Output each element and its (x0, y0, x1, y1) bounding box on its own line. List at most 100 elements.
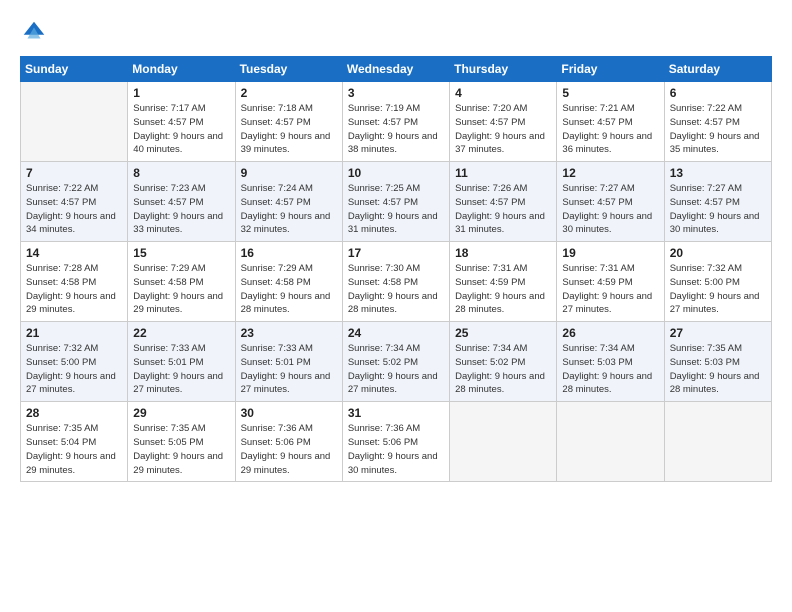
calendar-cell: 26 Sunrise: 7:34 AMSunset: 5:03 PMDayligh… (557, 322, 664, 402)
day-number: 17 (348, 246, 444, 260)
calendar-cell: 6 Sunrise: 7:22 AMSunset: 4:57 PMDaylight… (664, 82, 771, 162)
calendar-cell: 10 Sunrise: 7:25 AMSunset: 4:57 PMDayligh… (342, 162, 449, 242)
day-info: Sunrise: 7:25 AMSunset: 4:57 PMDaylight:… (348, 182, 444, 237)
col-header-monday: Monday (128, 57, 235, 82)
calendar-cell (664, 402, 771, 482)
calendar-cell: 14 Sunrise: 7:28 AMSunset: 4:58 PMDayligh… (21, 242, 128, 322)
day-number: 23 (241, 326, 337, 340)
calendar-week-row: 14 Sunrise: 7:28 AMSunset: 4:58 PMDayligh… (21, 242, 772, 322)
calendar-cell: 5 Sunrise: 7:21 AMSunset: 4:57 PMDaylight… (557, 82, 664, 162)
day-info: Sunrise: 7:32 AMSunset: 5:00 PMDaylight:… (670, 262, 766, 317)
day-info: Sunrise: 7:35 AMSunset: 5:05 PMDaylight:… (133, 422, 229, 477)
day-info: Sunrise: 7:34 AMSunset: 5:03 PMDaylight:… (562, 342, 658, 397)
day-number: 10 (348, 166, 444, 180)
day-number: 29 (133, 406, 229, 420)
calendar-cell (557, 402, 664, 482)
calendar-week-row: 28 Sunrise: 7:35 AMSunset: 5:04 PMDayligh… (21, 402, 772, 482)
calendar-week-row: 7 Sunrise: 7:22 AMSunset: 4:57 PMDaylight… (21, 162, 772, 242)
col-header-sunday: Sunday (21, 57, 128, 82)
day-number: 2 (241, 86, 337, 100)
col-header-saturday: Saturday (664, 57, 771, 82)
day-info: Sunrise: 7:28 AMSunset: 4:58 PMDaylight:… (26, 262, 122, 317)
day-info: Sunrise: 7:20 AMSunset: 4:57 PMDaylight:… (455, 102, 551, 157)
calendar-cell: 25Sunrise: 7:34 AMSunset: 5:02 PMDayligh… (450, 322, 557, 402)
day-number: 14 (26, 246, 122, 260)
calendar-cell: 7 Sunrise: 7:22 AMSunset: 4:57 PMDaylight… (21, 162, 128, 242)
day-info: Sunrise: 7:31 AMSunset: 4:59 PMDaylight:… (562, 262, 658, 317)
day-number: 1 (133, 86, 229, 100)
day-number: 6 (670, 86, 766, 100)
day-number: 3 (348, 86, 444, 100)
calendar-header-row: SundayMondayTuesdayWednesdayThursdayFrid… (21, 57, 772, 82)
day-number: 21 (26, 326, 122, 340)
calendar-body: 1 Sunrise: 7:17 AMSunset: 4:57 PMDaylight… (21, 82, 772, 482)
day-info: Sunrise: 7:36 AMSunset: 5:06 PMDaylight:… (241, 422, 337, 477)
day-info: Sunrise: 7:22 AMSunset: 4:57 PMDaylight:… (26, 182, 122, 237)
day-info: Sunrise: 7:33 AMSunset: 5:01 PMDaylight:… (241, 342, 337, 397)
logo-icon (20, 18, 48, 46)
calendar-cell: 30 Sunrise: 7:36 AMSunset: 5:06 PMDayligh… (235, 402, 342, 482)
calendar-cell: 16Sunrise: 7:29 AMSunset: 4:58 PMDayligh… (235, 242, 342, 322)
calendar-cell: 9Sunrise: 7:24 AMSunset: 4:57 PMDaylight… (235, 162, 342, 242)
day-number: 24 (348, 326, 444, 340)
calendar-table: SundayMondayTuesdayWednesdayThursdayFrid… (20, 56, 772, 482)
day-info: Sunrise: 7:29 AMSunset: 4:58 PMDaylight:… (133, 262, 229, 317)
calendar-cell: 22 Sunrise: 7:33 AMSunset: 5:01 PMDayligh… (128, 322, 235, 402)
day-number: 30 (241, 406, 337, 420)
day-number: 7 (26, 166, 122, 180)
day-number: 5 (562, 86, 658, 100)
calendar-cell: 21 Sunrise: 7:32 AMSunset: 5:00 PMDayligh… (21, 322, 128, 402)
col-header-wednesday: Wednesday (342, 57, 449, 82)
day-info: Sunrise: 7:21 AMSunset: 4:57 PMDaylight:… (562, 102, 658, 157)
col-header-thursday: Thursday (450, 57, 557, 82)
day-info: Sunrise: 7:24 AMSunset: 4:57 PMDaylight:… (241, 182, 337, 237)
calendar-week-row: 1 Sunrise: 7:17 AMSunset: 4:57 PMDaylight… (21, 82, 772, 162)
day-info: Sunrise: 7:17 AMSunset: 4:57 PMDaylight:… (133, 102, 229, 157)
day-number: 28 (26, 406, 122, 420)
day-info: Sunrise: 7:22 AMSunset: 4:57 PMDaylight:… (670, 102, 766, 157)
calendar-cell (450, 402, 557, 482)
calendar-cell: 3 Sunrise: 7:19 AMSunset: 4:57 PMDaylight… (342, 82, 449, 162)
day-info: Sunrise: 7:19 AMSunset: 4:57 PMDaylight:… (348, 102, 444, 157)
day-number: 16 (241, 246, 337, 260)
day-number: 22 (133, 326, 229, 340)
col-header-tuesday: Tuesday (235, 57, 342, 82)
day-number: 12 (562, 166, 658, 180)
day-number: 13 (670, 166, 766, 180)
calendar-cell: 15Sunrise: 7:29 AMSunset: 4:58 PMDayligh… (128, 242, 235, 322)
calendar-cell: 1 Sunrise: 7:17 AMSunset: 4:57 PMDaylight… (128, 82, 235, 162)
calendar-cell (21, 82, 128, 162)
day-number: 4 (455, 86, 551, 100)
day-number: 11 (455, 166, 551, 180)
day-number: 26 (562, 326, 658, 340)
day-number: 27 (670, 326, 766, 340)
logo (20, 18, 52, 46)
calendar-cell: 11 Sunrise: 7:26 AMSunset: 4:57 PMDayligh… (450, 162, 557, 242)
calendar-cell: 2 Sunrise: 7:18 AMSunset: 4:57 PMDaylight… (235, 82, 342, 162)
day-info: Sunrise: 7:32 AMSunset: 5:00 PMDaylight:… (26, 342, 122, 397)
page: SundayMondayTuesdayWednesdayThursdayFrid… (0, 0, 792, 612)
day-info: Sunrise: 7:30 AMSunset: 4:58 PMDaylight:… (348, 262, 444, 317)
calendar-cell: 13 Sunrise: 7:27 AMSunset: 4:57 PMDayligh… (664, 162, 771, 242)
calendar-cell: 23 Sunrise: 7:33 AMSunset: 5:01 PMDayligh… (235, 322, 342, 402)
calendar-cell: 27 Sunrise: 7:35 AMSunset: 5:03 PMDayligh… (664, 322, 771, 402)
calendar-cell: 20Sunrise: 7:32 AMSunset: 5:00 PMDayligh… (664, 242, 771, 322)
calendar-week-row: 21 Sunrise: 7:32 AMSunset: 5:00 PMDayligh… (21, 322, 772, 402)
calendar-cell: 8 Sunrise: 7:23 AMSunset: 4:57 PMDaylight… (128, 162, 235, 242)
day-info: Sunrise: 7:35 AMSunset: 5:04 PMDaylight:… (26, 422, 122, 477)
header (20, 18, 772, 46)
day-info: Sunrise: 7:23 AMSunset: 4:57 PMDaylight:… (133, 182, 229, 237)
day-info: Sunrise: 7:35 AMSunset: 5:03 PMDaylight:… (670, 342, 766, 397)
calendar-cell: 31 Sunrise: 7:36 AMSunset: 5:06 PMDayligh… (342, 402, 449, 482)
col-header-friday: Friday (557, 57, 664, 82)
day-number: 31 (348, 406, 444, 420)
day-info: Sunrise: 7:33 AMSunset: 5:01 PMDaylight:… (133, 342, 229, 397)
day-number: 25 (455, 326, 551, 340)
day-info: Sunrise: 7:36 AMSunset: 5:06 PMDaylight:… (348, 422, 444, 477)
day-number: 8 (133, 166, 229, 180)
day-info: Sunrise: 7:27 AMSunset: 4:57 PMDaylight:… (670, 182, 766, 237)
day-info: Sunrise: 7:26 AMSunset: 4:57 PMDaylight:… (455, 182, 551, 237)
calendar-cell: 4 Sunrise: 7:20 AMSunset: 4:57 PMDaylight… (450, 82, 557, 162)
day-info: Sunrise: 7:18 AMSunset: 4:57 PMDaylight:… (241, 102, 337, 157)
day-info: Sunrise: 7:31 AMSunset: 4:59 PMDaylight:… (455, 262, 551, 317)
